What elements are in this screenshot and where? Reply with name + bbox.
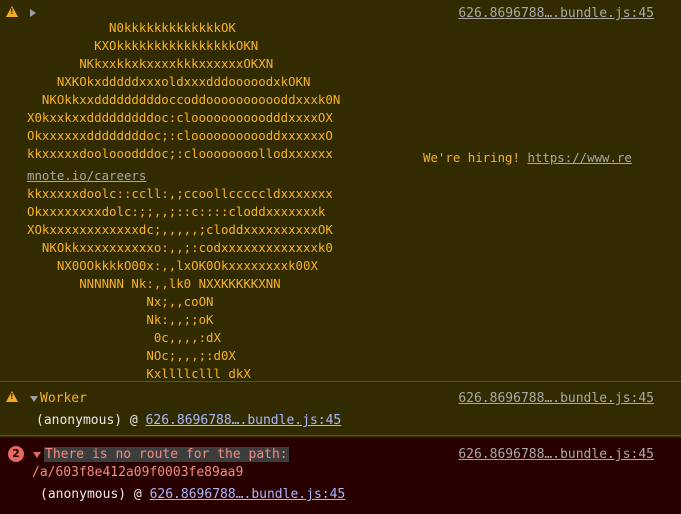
warning-icon [6,6,18,17]
hiring-message: We're hiring! https://www.re [423,149,632,167]
warning-icon [6,391,18,402]
expand-triangle-icon[interactable] [30,9,36,17]
collapse-triangle-icon[interactable] [30,396,38,402]
worker-label: Worker [40,391,87,406]
stack-frame: (anonymous) @ 626.8696788….bundle.js:45 [40,487,345,502]
stack-link[interactable]: 626.8696788….bundle.js:45 [150,487,346,502]
console-message-banner: 626.8696788….bundle.js:45 N0kkkkkkkkkkkk… [0,0,681,382]
stack-link[interactable]: 626.8696788….bundle.js:45 [146,413,342,428]
stack-prefix: (anonymous) @ [40,487,150,502]
error-path: /a/603f8e412a09f0003fe89aa9 [32,465,244,480]
console-message-worker: 626.8696788….bundle.js:45 [0,383,681,436]
careers-link[interactable]: mnote.io/careers [27,167,146,185]
error-text: There is no route for the path: [44,447,289,462]
collapse-triangle-icon[interactable] [33,452,41,458]
hiring-link[interactable]: https://www.re [527,150,631,165]
ascii-logo-bottom: kkxxxxxdoolc::ccll:,;ccoollcccccldxxxxxx… [27,186,333,381]
hiring-text: We're hiring! [423,150,528,165]
stack-frame: (anonymous) @ 626.8696788….bundle.js:45 [36,413,341,428]
source-link[interactable]: 626.8696788….bundle.js:45 [458,6,654,21]
ascii-logo-top: N0kkkkkkkkkkkkkOK KXOkkkkkkkkkkkkkkkkOKN… [27,20,341,161]
source-link[interactable]: 626.8696788….bundle.js:45 [458,391,654,406]
stack-prefix: (anonymous) @ [36,413,146,428]
devtools-console: 626.8696788….bundle.js:45 N0kkkkkkkkkkkk… [0,0,681,514]
error-count-badge: 2 [8,446,24,462]
source-link[interactable]: 626.8696788….bundle.js:45 [458,447,654,462]
